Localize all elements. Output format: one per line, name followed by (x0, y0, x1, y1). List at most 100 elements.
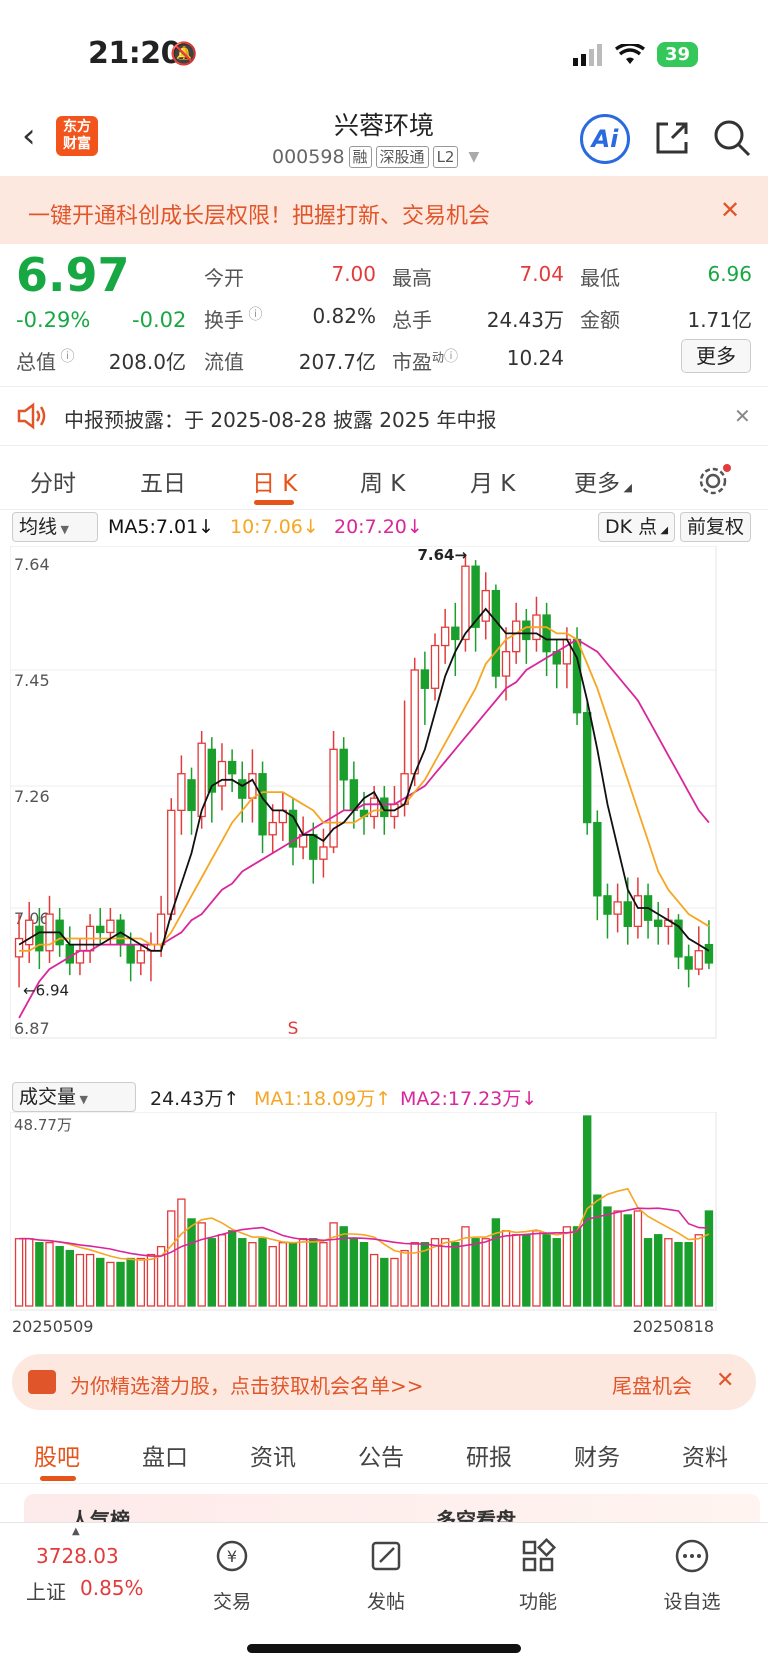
wifi-icon (614, 43, 645, 64)
share-icon[interactable] (652, 118, 692, 158)
promo-right-label[interactable]: 尾盘机会 (612, 1370, 692, 1399)
candle-body (684, 956, 693, 970)
notice-close-icon[interactable]: ✕ (734, 404, 751, 428)
candle-body (309, 834, 318, 860)
index-value[interactable]: 3728.03 (36, 1544, 119, 1568)
volume-bar (309, 1238, 318, 1307)
candle-body (572, 638, 582, 714)
candle-body (339, 748, 348, 781)
tab-news[interactable]: 资讯 (250, 1438, 296, 1472)
search-icon[interactable] (712, 118, 752, 158)
volume-bar (664, 1238, 673, 1307)
y-axis-label: 7.26 (14, 787, 50, 806)
turnover-value: 0.82% (312, 304, 376, 328)
tab-daily-k[interactable]: 日 K (252, 464, 297, 498)
volume-bar (369, 1253, 379, 1307)
volume-bar (380, 1257, 389, 1307)
candle-body (704, 943, 714, 964)
volume-value: 24.43万 (486, 308, 564, 332)
volume-bar (187, 1218, 196, 1307)
tab-intraday[interactable]: 分时 (30, 464, 76, 498)
volume-bar (55, 1245, 64, 1307)
candle-body (420, 669, 430, 689)
volume-bar (25, 1238, 34, 1307)
volume-max-label: 48.77万 (14, 1116, 72, 1134)
stock-subtitle[interactable]: 000598 融 深股通 L2 ▼ (272, 146, 479, 168)
tab-profile[interactable]: 资料 (682, 1438, 728, 1472)
candle-body (410, 669, 419, 775)
tab-research[interactable]: 研报 (466, 1438, 512, 1472)
dk-point-button[interactable]: DK 点 ◢ (598, 512, 676, 542)
change-amount: -0.02 (132, 308, 187, 332)
settings-gear-icon[interactable] (696, 462, 732, 498)
volume-bar (451, 1242, 460, 1307)
stock-code: 000598 (272, 146, 345, 168)
volume-bar (65, 1249, 74, 1307)
tag-level2: L2 (432, 146, 459, 168)
more-button[interactable]: 更多 (681, 339, 751, 373)
candle-body (65, 943, 74, 964)
candle-body (369, 797, 379, 818)
tab-weekly-k[interactable]: 周 K (360, 464, 405, 498)
volume-bar (329, 1222, 338, 1307)
banner-text[interactable]: 一键开通科创成长层权限！把握打新、交易机会 (28, 198, 490, 230)
candle-body (430, 644, 440, 689)
features-button[interactable]: 功能 (488, 1536, 588, 1614)
pe-label: 市盈动ⓘ (392, 349, 459, 374)
tab-more[interactable]: 更多 ◢ (574, 464, 632, 498)
tab-forum[interactable]: 股吧 (34, 1438, 80, 1472)
volume-bar (207, 1238, 217, 1307)
volume-bar (288, 1242, 298, 1307)
status-right: 39 (572, 42, 698, 67)
caret-down-icon: ▼ (468, 149, 480, 165)
float-label: 流值 (204, 350, 244, 374)
promo-close-icon[interactable]: ✕ (716, 1368, 734, 1393)
volume-bar (623, 1214, 632, 1307)
volume-bar (238, 1238, 247, 1307)
candle-body (136, 950, 146, 964)
tab-orderbook[interactable]: 盘口 (142, 1438, 188, 1472)
forum-tab-underline (40, 1476, 76, 1481)
volume-bar (85, 1253, 95, 1307)
tab-announcements[interactable]: 公告 (358, 1438, 404, 1472)
pe-value: 10.24 (506, 346, 564, 370)
candle-body (461, 565, 470, 641)
high-price-marker: 7.64→ (417, 546, 467, 564)
index-percent[interactable]: 0.85% (80, 1576, 144, 1600)
peek-cards (24, 1494, 760, 1522)
indicator-select[interactable]: 均线 ▼ (12, 512, 98, 542)
close-icon[interactable]: ✕ (720, 196, 740, 224)
post-button[interactable]: 发帖 (336, 1536, 436, 1614)
add-watchlist-button[interactable]: 设自选 (642, 1536, 742, 1614)
s-signal-label: S (288, 1019, 299, 1039)
volume-bar (674, 1242, 683, 1307)
ai-button[interactable]: Ai (580, 114, 630, 164)
trade-button[interactable]: ¥ 交易 (182, 1536, 282, 1614)
adjust-button[interactable]: 前复权 (680, 512, 752, 542)
volume-bar (542, 1234, 551, 1307)
notice-text[interactable]: 中报预披露：于 2025-08-28 披露 2025 年中报 (64, 404, 497, 433)
volume-ma2: MA2:17.23万↓ (400, 1088, 538, 1110)
tab-finance[interactable]: 财务 (574, 1438, 620, 1472)
promo-text[interactable]: 为你精选潜力股，点击获取机会名单>> (70, 1370, 424, 1399)
start-date-label: 20250509 (12, 1317, 93, 1336)
candle-body (177, 773, 186, 812)
tab-five-day[interactable]: 五日 (140, 464, 186, 498)
volume-ma1: MA1:18.09万↑ (254, 1088, 392, 1110)
volume-select[interactable]: 成交量 ▼ (12, 1082, 136, 1112)
turnover-label: 换手 ⓘ (204, 307, 263, 332)
volume-bar (522, 1234, 531, 1307)
volume-bar (552, 1238, 561, 1307)
tab-monthly-k[interactable]: 月 K (470, 464, 515, 498)
low-value: 6.96 (707, 262, 752, 286)
float-value: 207.7亿 (298, 350, 376, 374)
index-name[interactable]: 上证 (26, 1576, 66, 1605)
volume-bar (704, 1210, 714, 1307)
ma10-value: 10:7.06↓ (230, 516, 319, 538)
volume-chart[interactable]: 48.77万 20250509 20250818 (10, 1112, 758, 1342)
change-percent: -0.29% (16, 308, 91, 332)
volume-bar (116, 1261, 125, 1307)
volume-bar (126, 1257, 135, 1307)
volume-bar (278, 1242, 288, 1307)
kline-chart[interactable]: 7.647.457.267.066.877.64→←6.94S (10, 546, 758, 1078)
